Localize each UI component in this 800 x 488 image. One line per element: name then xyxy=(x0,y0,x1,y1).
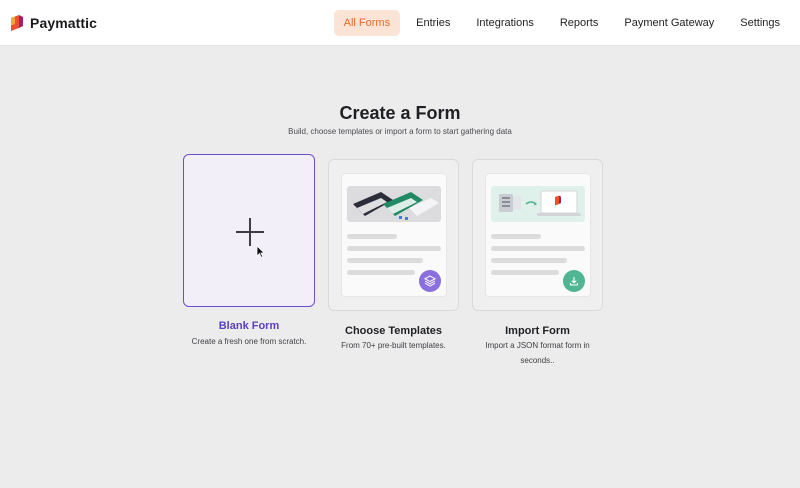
import-form-title[interactable]: Import Form xyxy=(462,325,613,337)
nav-reports[interactable]: Reports xyxy=(550,10,609,36)
main-nav: All Forms Entries Integrations Reports P… xyxy=(328,10,790,36)
paymattic-logo-icon xyxy=(11,15,23,31)
blank-form-card[interactable] xyxy=(183,154,315,307)
page-subtitle: Build, choose templates or import a form… xyxy=(288,127,512,136)
nav-settings[interactable]: Settings xyxy=(730,10,790,36)
import-form-desc-line-2: seconds.. xyxy=(520,356,555,365)
layers-icon xyxy=(419,270,441,292)
blank-form-title[interactable]: Blank Form xyxy=(183,320,315,332)
templates-illustration-icon xyxy=(353,192,439,220)
brand-name: Paymattic xyxy=(30,15,98,31)
nav-entries[interactable]: Entries xyxy=(406,10,460,36)
top-navbar: Paymattic All Forms Entries Integrations… xyxy=(0,0,800,46)
mouse-cursor-icon xyxy=(256,245,265,258)
templates-preview-image xyxy=(347,186,441,222)
choose-templates-desc: From 70+ pre-built templates. xyxy=(341,341,446,350)
nav-all-forms[interactable]: All Forms xyxy=(333,10,401,36)
nav-integrations[interactable]: Integrations xyxy=(466,10,543,36)
templates-preview-panel xyxy=(341,173,447,297)
blank-form-desc: Create a fresh one from scratch. xyxy=(191,337,307,346)
page-title: Create a Form xyxy=(339,103,461,123)
import-illustration-icon xyxy=(499,190,581,216)
choose-templates-card[interactable] xyxy=(328,159,459,311)
plus-icon xyxy=(236,218,264,246)
import-preview-panel xyxy=(485,173,591,297)
choose-templates-title[interactable]: Choose Templates xyxy=(318,325,469,337)
import-preview-image xyxy=(491,186,585,222)
download-icon xyxy=(563,270,585,292)
nav-payment-gateway[interactable]: Payment Gateway xyxy=(614,10,724,36)
brand[interactable]: Paymattic xyxy=(10,13,97,33)
import-form-desc-line-1: Import a JSON format form in xyxy=(485,341,590,350)
import-form-card[interactable] xyxy=(472,159,603,311)
